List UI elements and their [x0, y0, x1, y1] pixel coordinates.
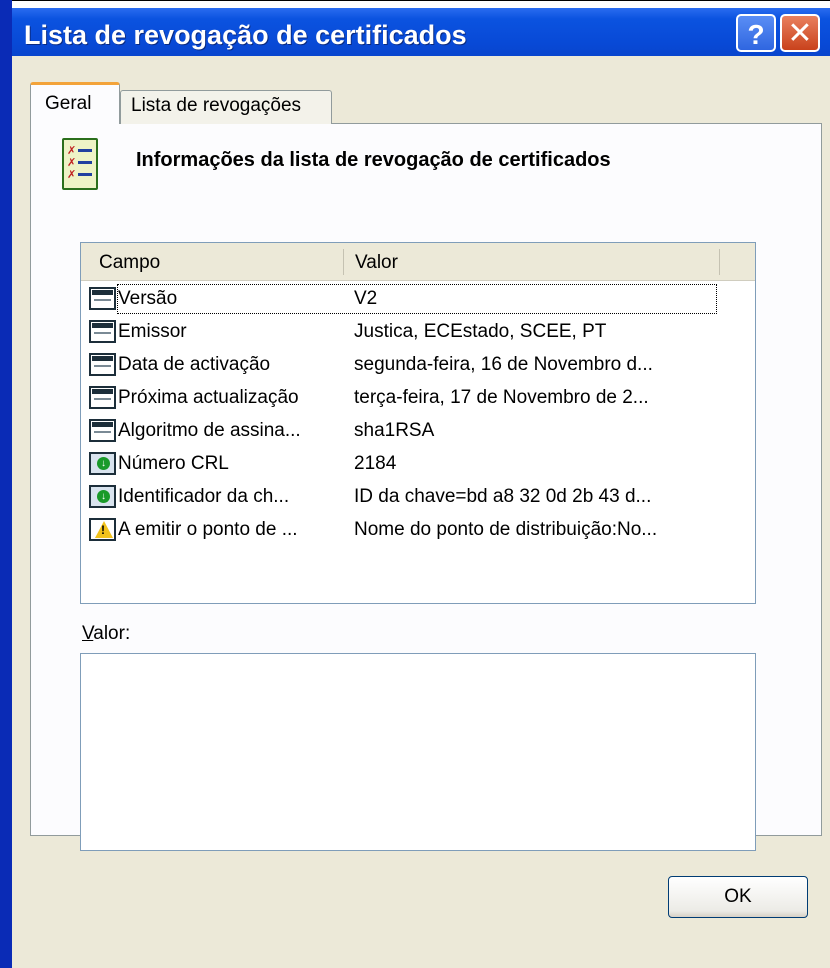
row-field: Identificador da ch... [118, 486, 290, 507]
field-icon [89, 419, 116, 442]
row-field: Próxima actualização [118, 387, 299, 408]
focus-rectangle [117, 284, 717, 314]
help-button[interactable]: ? [736, 14, 776, 52]
screen-top-edge [0, 0, 830, 8]
crl-document-icon: ✗ ✗ ✗ [62, 138, 98, 190]
row-field: Versão [118, 288, 178, 309]
dialog-client-area: Geral Lista de revogações ✗ ✗ ✗ Informaç… [12, 56, 830, 968]
tab-geral[interactable]: Geral [30, 82, 120, 124]
row-value: ID da chave=bd a8 32 0d 2b 43 d... [354, 486, 652, 507]
ok-button[interactable]: OK [668, 876, 808, 918]
valor-textbox[interactable] [80, 653, 756, 851]
list-header: Campo Valor [81, 243, 755, 281]
column-divider[interactable] [343, 249, 344, 275]
list-row-identificador-da-chave[interactable]: ↓ Identificador da ch... ID da chave=bd … [87, 481, 755, 514]
list-row-algoritmo-de-assinatura[interactable]: Algoritmo de assina... sha1RSA [87, 415, 755, 448]
extension-icon: ↓ [89, 485, 116, 508]
extension-icon: ↓ [89, 452, 116, 475]
list-row-data-de-activacao[interactable]: Data de activação segunda-feira, 16 de N… [87, 349, 755, 382]
certificate-revocation-list-dialog: Lista de revogação de certificados ? ✕ G… [0, 0, 830, 968]
row-value: Nome do ponto de distribuição:No... [354, 519, 658, 540]
list-row-versao[interactable]: Versão V2 [87, 283, 755, 316]
column-header-campo[interactable]: Campo [99, 252, 160, 274]
window-title: Lista de revogação de certificados [24, 20, 467, 50]
tab-lista-de-revogacoes[interactable]: Lista de revogações [120, 90, 332, 124]
row-field: Data de activação [118, 354, 271, 375]
valor-label: Valor: [82, 623, 131, 644]
row-value: sha1RSA [354, 420, 435, 441]
row-value: Justica, ECEstado, SCEE, PT [354, 321, 607, 342]
column-header-valor[interactable]: Valor [355, 252, 398, 274]
row-field: A emitir o ponto de ... [118, 519, 298, 540]
row-value: 2184 [354, 453, 397, 474]
row-field: Número CRL [118, 453, 229, 474]
section-title: Informações da lista de revogação de cer… [136, 149, 611, 171]
row-value: V2 [354, 288, 378, 309]
list-row-numero-crl[interactable]: ↓ Número CRL 2184 [87, 448, 755, 481]
fields-list-view[interactable]: Campo Valor Versão V2 Emissor Justica, E… [80, 242, 756, 604]
row-value: segunda-feira, 16 de Novembro d... [354, 354, 653, 375]
field-icon [89, 353, 116, 376]
window-left-border [0, 0, 12, 968]
row-field: Emissor [118, 321, 187, 342]
list-row-proxima-actualizacao[interactable]: Próxima actualização terça-feira, 17 de … [87, 382, 755, 415]
list-row-emissor[interactable]: Emissor Justica, ECEstado, SCEE, PT [87, 316, 755, 349]
field-icon [89, 287, 116, 310]
critical-extension-icon: ! [89, 518, 116, 541]
field-icon [89, 320, 116, 343]
close-button[interactable]: ✕ [780, 14, 820, 52]
row-field: Algoritmo de assina... [118, 420, 301, 441]
row-value: terça-feira, 17 de Novembro de 2... [354, 387, 649, 408]
list-row-ponto-de-distribuicao[interactable]: ! A emitir o ponto de ... Nome do ponto … [87, 514, 755, 547]
column-divider[interactable] [719, 249, 720, 275]
field-icon [89, 386, 116, 409]
